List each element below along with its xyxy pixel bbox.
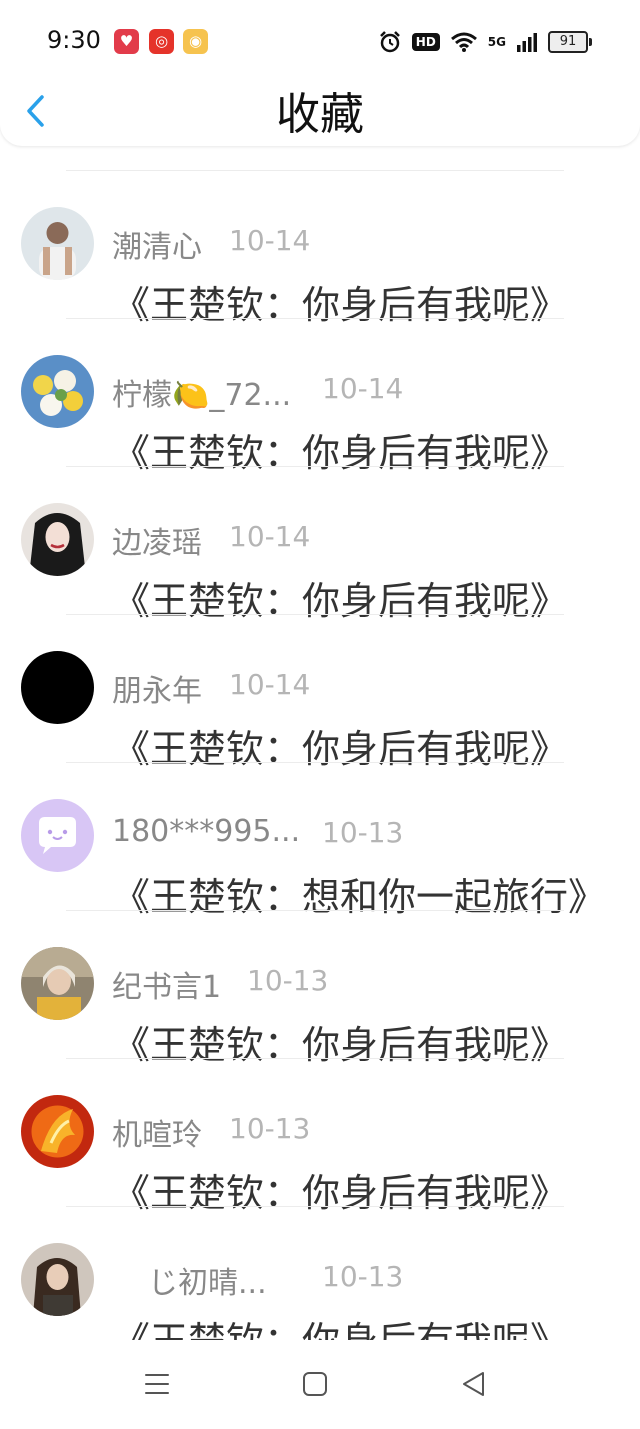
- list-item[interactable]: 边凌瑶 10-14 《王楚钦：你身后有我呢》: [0, 466, 640, 623]
- network-type: 5G: [487, 35, 506, 49]
- back-nav-button[interactable]: [453, 1364, 493, 1404]
- list-item[interactable]: 朋永年 10-14 《王楚钦：你身后有我呢》: [0, 614, 640, 771]
- page-title: 收藏: [276, 89, 364, 140]
- home-button[interactable]: [295, 1364, 335, 1404]
- back-triangle-icon: [463, 1372, 484, 1396]
- list-item[interactable]: じ初晴... 10-13 《王楚钦：你身后有我呢》: [0, 1206, 640, 1363]
- home-square-icon: [303, 1372, 327, 1396]
- list-item[interactable]: 180***995... 10-13 《王楚钦：想和你一起旅行》: [0, 762, 640, 919]
- post-date: 10-13: [322, 816, 404, 849]
- wifi-icon: [450, 32, 477, 52]
- hd-badge: HD: [411, 33, 440, 51]
- post-date: 10-14: [229, 668, 311, 701]
- list-item[interactable]: 纪书言1 10-13 《王楚钦：你身后有我呢》: [0, 910, 640, 1067]
- user-name: じ初晴...: [148, 1266, 267, 1301]
- menu-icon: [145, 1374, 169, 1394]
- header-bar: 9:30 ♥ ◎ ◉ HD 5G 91 收藏: [0, 0, 640, 146]
- weibo-icon: ◉: [183, 29, 208, 54]
- user-name: 潮清心: [112, 230, 202, 265]
- list-item[interactable]: 柠檬🍋_72... 10-14 《王楚钦：你身后有我呢》: [0, 318, 640, 475]
- battery-indicator: 91: [548, 31, 592, 53]
- hearts-app-icon: ♥: [114, 29, 139, 54]
- user-name: 朋永年: [112, 674, 202, 709]
- battery-tip: [589, 38, 592, 46]
- system-icons: HD 5G 91: [378, 26, 592, 58]
- navigation-bar: [0, 1340, 640, 1429]
- user-name: 机暄玲: [112, 1118, 202, 1153]
- user-name: 纪书言1: [112, 970, 222, 1005]
- post-date: 10-14: [229, 520, 311, 553]
- avatar[interactable]: [21, 355, 94, 428]
- avatar[interactable]: [21, 651, 94, 724]
- user-name: 柠檬🍋_72...: [112, 378, 292, 413]
- avatar[interactable]: [21, 1243, 94, 1316]
- avatar[interactable]: [21, 1095, 94, 1168]
- post-date: 10-14: [322, 372, 404, 405]
- battery-level: 91: [548, 31, 588, 53]
- avatar[interactable]: [21, 947, 94, 1020]
- post-date: 10-14: [229, 224, 311, 257]
- user-name: 180***995...: [112, 814, 301, 849]
- user-name: 边凌瑶: [112, 526, 202, 561]
- signal-icon: [517, 33, 537, 52]
- post-date: 10-13: [229, 1112, 311, 1145]
- status-time: 9:30: [47, 26, 101, 54]
- post-date: 10-13: [322, 1260, 404, 1293]
- avatar[interactable]: [21, 799, 94, 872]
- avatar[interactable]: [21, 503, 94, 576]
- avatar[interactable]: [21, 207, 94, 280]
- netease-music-icon: ◎: [149, 29, 174, 54]
- status-bar: 9:30 ♥ ◎ ◉ HD 5G 91: [0, 0, 640, 84]
- alarm-icon: [379, 31, 400, 53]
- menu-button[interactable]: [137, 1364, 177, 1404]
- list-item[interactable]: 机暄玲 10-13 《王楚钦：你身后有我呢》: [0, 1058, 640, 1215]
- list-item[interactable]: 潮清心 10-14 《王楚钦：你身后有我呢》: [0, 170, 640, 327]
- post-date: 10-13: [247, 964, 329, 997]
